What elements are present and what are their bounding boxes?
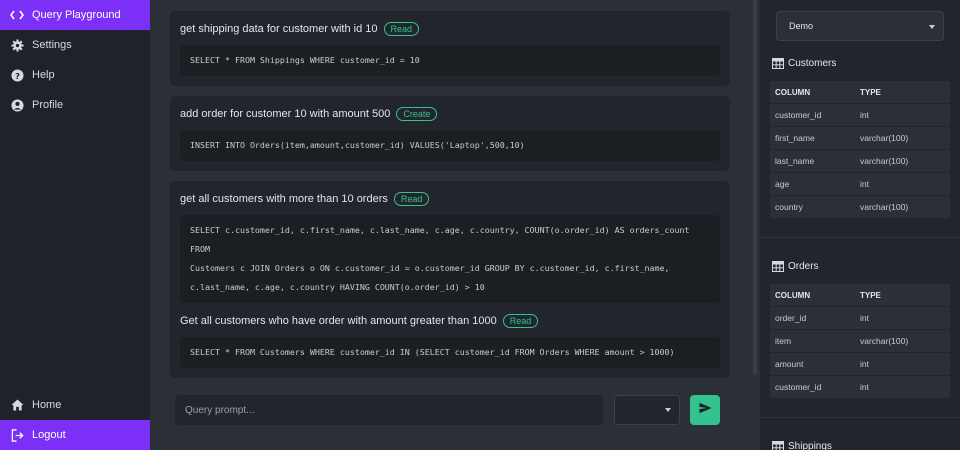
send-icon xyxy=(698,401,712,419)
table-name: Orders xyxy=(788,260,819,272)
table-row: customer_id int xyxy=(770,104,950,127)
sidebar-item-logout[interactable]: Logout xyxy=(0,420,150,450)
table-name: Shippings xyxy=(788,440,832,450)
sidebar-item-label: Home xyxy=(32,399,62,411)
table-row: age int xyxy=(770,173,950,196)
table-row: order_id int xyxy=(770,307,950,330)
table-row: item varchar(100) xyxy=(770,330,950,353)
table-icon xyxy=(772,440,784,450)
query-prompt-input[interactable] xyxy=(175,395,603,425)
column-type: int xyxy=(860,110,869,120)
schema-panel: Demo Customers COLUMN TYPE customer_idin… xyxy=(760,0,960,450)
column-type: varchar(100) xyxy=(860,156,909,166)
database-select-value: Demo xyxy=(789,21,814,31)
divider xyxy=(760,237,960,238)
column-name: amount xyxy=(775,359,804,369)
send-button[interactable] xyxy=(690,395,720,425)
sql-code-block: SELECT * FROM Customers WHERE customer_i… xyxy=(180,337,720,368)
table-icon xyxy=(772,57,784,69)
table-header-row: COLUMN TYPE xyxy=(770,81,950,104)
operation-badge: Read xyxy=(502,314,539,328)
column-name: country xyxy=(775,202,803,212)
table-row: amount int xyxy=(770,353,950,376)
sql-code-block: SELECT c.customer_id, c.first_name, c.la… xyxy=(180,215,720,303)
column-type: int xyxy=(860,313,869,323)
type-header: TYPE xyxy=(860,290,881,300)
sidebar-item-label: Help xyxy=(32,69,55,81)
table-icon xyxy=(772,260,784,272)
query-feed: get shipping data for customer with id 1… xyxy=(150,0,760,450)
table-row: last_name varchar(100) xyxy=(770,150,950,173)
user-icon xyxy=(10,98,24,112)
sql-line: SELECT c.customer_id, c.first_name, c.la… xyxy=(190,225,690,254)
column-type: int xyxy=(860,179,869,189)
operation-badge: Create xyxy=(396,107,438,121)
type-header: TYPE xyxy=(860,87,881,97)
gear-icon xyxy=(10,38,24,52)
query-card: Get all customers who have order with am… xyxy=(170,303,730,378)
sql-code-block: INSERT INTO Orders(item,amount,customer_… xyxy=(180,130,720,161)
schema-table-customers: COLUMN TYPE customer_id int first_name var… xyxy=(770,81,950,219)
database-select[interactable]: Demo xyxy=(776,11,944,41)
help-icon: ? xyxy=(10,68,24,82)
sql-code-block: SELECT * FROM Shippings WHERE customer_i… xyxy=(180,45,720,76)
sql-line: SELECT * FROM Shippings WHERE customer_i… xyxy=(190,55,420,65)
column-name: age xyxy=(775,179,790,189)
sidebar-item-label: Settings xyxy=(32,39,72,51)
sidebar: Query Playground Settings ? Help Profile… xyxy=(0,0,150,450)
column-type: varchar(100) xyxy=(860,133,909,143)
query-card: get shipping data for customer with id 1… xyxy=(170,11,730,86)
query-card: get all customers with more than 10 orde… xyxy=(170,181,730,313)
operation-badge: Read xyxy=(383,22,420,36)
sidebar-item-profile[interactable]: Profile xyxy=(0,90,150,120)
logout-icon xyxy=(10,428,24,442)
sql-line: SELECT * FROM Customers WHERE customer_i… xyxy=(190,347,675,357)
home-icon xyxy=(10,398,24,412)
column-name: order_id xyxy=(775,313,807,323)
column-name: first_name xyxy=(775,133,815,143)
sidebar-item-settings[interactable]: Settings xyxy=(0,30,150,60)
column-type: int xyxy=(860,382,869,392)
query-prompt-text: add order for customer 10 with amount 50… xyxy=(180,108,391,120)
query-card: add order for customer 10 with amount 50… xyxy=(170,96,730,171)
sidebar-item-label: Profile xyxy=(32,99,64,111)
caret-down-icon xyxy=(665,408,671,412)
divider xyxy=(760,417,960,418)
column-name: item xyxy=(775,336,792,346)
table-section-customers: Customers xyxy=(760,53,960,73)
sidebar-item-label: Logout xyxy=(32,429,66,441)
sql-line: c.last_name, c.age, c.country HAVING COU… xyxy=(190,282,485,292)
column-name: customer_id xyxy=(775,110,822,120)
table-header-row: COLUMN TYPE xyxy=(770,284,950,307)
table-row: country varchar(100) xyxy=(770,196,950,219)
table-section-orders: Orders xyxy=(760,256,960,276)
operation-badge: Read xyxy=(393,192,430,206)
sidebar-item-query-playground[interactable]: Query Playground xyxy=(0,0,150,30)
caret-down-icon xyxy=(929,25,935,29)
sidebar-item-home[interactable]: Home xyxy=(0,390,150,420)
sql-line: Customers c JOIN Orders o ON c.customer_… xyxy=(190,263,670,273)
code-icon xyxy=(10,8,24,22)
table-section-shippings: Shippings xyxy=(760,436,960,450)
scrollbar[interactable] xyxy=(753,0,757,375)
schema-table-orders: COLUMN TYPE order_id int item varchar(100)… xyxy=(770,284,950,399)
column-type: varchar(100) xyxy=(860,336,909,346)
column-name: customer_id xyxy=(775,382,822,392)
sql-line: INSERT INTO Orders(item,amount,customer_… xyxy=(190,140,525,150)
query-prompt-text: Get all customers who have order with am… xyxy=(180,315,497,327)
column-name: last_name xyxy=(775,156,815,166)
column-type: varchar(100) xyxy=(860,202,909,212)
svg-text:?: ? xyxy=(15,70,20,80)
column-header: COLUMN xyxy=(775,87,811,97)
column-type: int xyxy=(860,359,869,369)
table-name: Customers xyxy=(788,57,837,69)
sidebar-item-label: Query Playground xyxy=(32,9,121,21)
column-header: COLUMN xyxy=(775,290,811,300)
query-prompt-text: get all customers with more than 10 orde… xyxy=(180,193,388,205)
table-row: customer_id int xyxy=(770,376,950,399)
query-prompt-text: get shipping data for customer with id 1… xyxy=(180,23,378,35)
sidebar-item-help[interactable]: ? Help xyxy=(0,60,150,90)
query-type-select[interactable] xyxy=(614,395,680,425)
table-row: first_name varchar(100) xyxy=(770,127,950,150)
